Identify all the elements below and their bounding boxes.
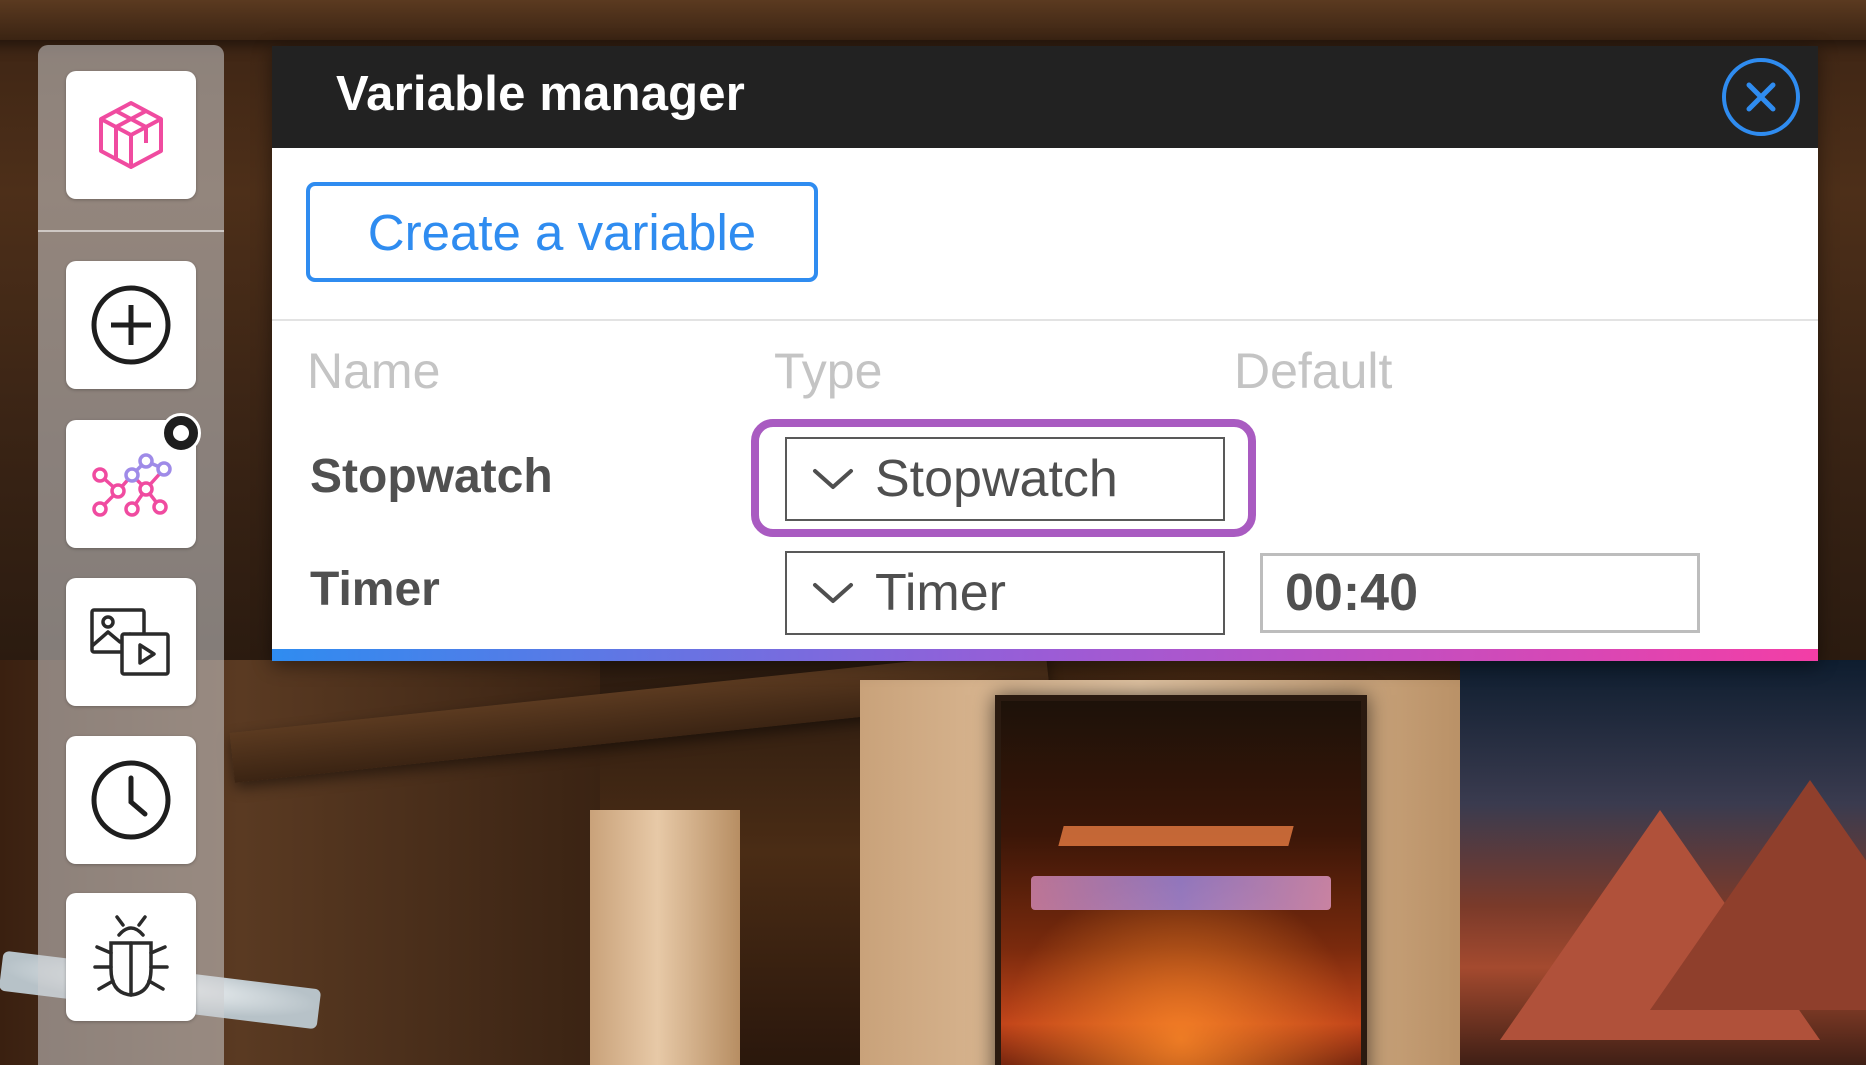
- status-badge: [161, 413, 201, 453]
- cube-icon: [99, 101, 163, 169]
- create-variable-button[interactable]: Create a variable: [306, 182, 818, 282]
- close-icon: [1746, 82, 1776, 112]
- sidebar-divider: [38, 230, 224, 232]
- wood-pillar: [590, 810, 740, 1065]
- type-dropdown-timer[interactable]: Timer: [785, 551, 1225, 635]
- add-circle-icon: [91, 285, 171, 365]
- column-header-name: Name: [307, 343, 441, 399]
- node-graph-icon: [92, 453, 172, 517]
- tool-button-media[interactable]: [66, 578, 196, 706]
- dialog-header: Variable manager: [272, 46, 1818, 148]
- variable-manager-dialog: Variable manager Create a variable Name …: [272, 46, 1818, 661]
- tool-sidebar: [38, 45, 224, 1065]
- column-header-type: Type: [774, 343, 883, 399]
- variable-name: Timer: [310, 563, 440, 616]
- poster-image: [995, 695, 1367, 1065]
- bug-icon: [93, 915, 169, 997]
- gradient-bar: [272, 649, 1818, 661]
- dialog-title: Variable manager: [336, 67, 746, 121]
- dialog-divider: [272, 319, 1818, 321]
- column-header-default: Default: [1234, 343, 1393, 399]
- chevron-down-icon: [813, 583, 853, 603]
- type-dropdown-stopwatch[interactable]: Stopwatch: [785, 437, 1225, 521]
- default-value-input[interactable]: [1260, 553, 1700, 633]
- tool-button-add[interactable]: [66, 261, 196, 389]
- type-dropdown-value: Stopwatch: [875, 450, 1118, 508]
- tool-button-debug[interactable]: [66, 893, 196, 1021]
- media-icon: [90, 608, 170, 676]
- tool-button-graph[interactable]: [66, 413, 201, 548]
- tool-button-timers[interactable]: [66, 736, 196, 864]
- mural-painting: [1460, 660, 1866, 1065]
- type-dropdown-value: Timer: [875, 564, 1006, 622]
- variable-name: Stopwatch: [310, 450, 553, 503]
- close-button[interactable]: [1722, 58, 1800, 136]
- chevron-down-icon: [813, 469, 853, 489]
- tool-button-objects[interactable]: [66, 71, 196, 199]
- ceiling-beam: [0, 0, 1866, 40]
- clock-icon: [91, 760, 171, 840]
